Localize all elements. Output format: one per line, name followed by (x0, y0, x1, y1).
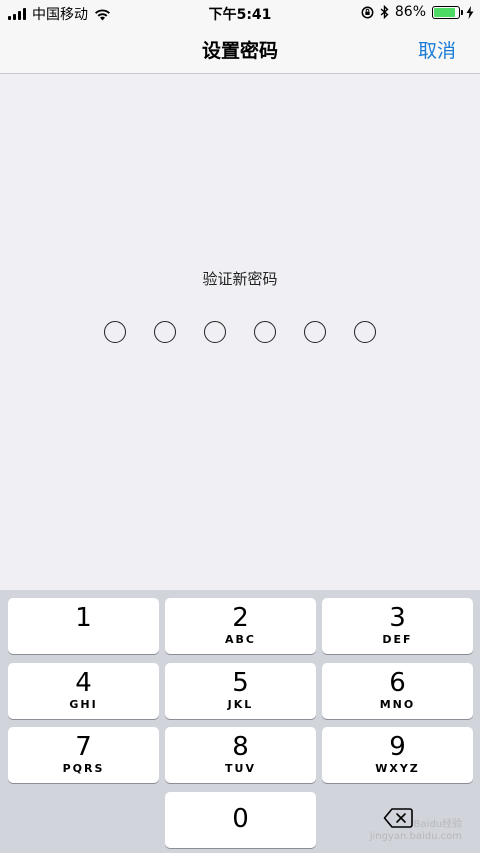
battery-level-fill (434, 7, 455, 17)
key-digit: 1 (75, 603, 92, 633)
bluetooth-icon (380, 5, 389, 19)
key-6[interactable]: 6 MNO (322, 663, 473, 719)
key-digit: 0 (232, 804, 249, 834)
passcode-dot (254, 321, 276, 343)
cancel-button[interactable]: 取消 (418, 36, 456, 63)
key-0[interactable]: 0 (165, 792, 316, 848)
status-right: 86% (361, 4, 474, 20)
key-letters: ABC (225, 633, 256, 646)
key-letters: PQRS (62, 762, 105, 775)
key-digit: 8 (232, 732, 249, 762)
key-2[interactable]: 2 ABC (165, 598, 316, 654)
passcode-prompt: 验证新密码 (202, 270, 278, 288)
key-letters: DEF (382, 633, 413, 646)
passcode-dot (204, 321, 226, 343)
passcode-dot (154, 321, 176, 343)
passcode-dot (304, 321, 326, 343)
navigation-bar: 设置密码 取消 (0, 26, 480, 74)
key-3[interactable]: 3 DEF (322, 598, 473, 654)
charging-icon (466, 5, 474, 19)
key-digit: 5 (232, 668, 249, 698)
passcode-dot (354, 321, 376, 343)
key-letters: TUV (225, 762, 256, 775)
numeric-keypad: Baidu经验 jingyan.baidu.com 1 2 ABC 3 DEF 4 GHI 5… (0, 590, 480, 853)
key-letters: JKL (227, 698, 254, 711)
key-digit: 9 (389, 732, 406, 762)
watermark-line1: Baidu经验 (413, 819, 462, 830)
status-bar: 中国移动 下午5:41 86% (0, 0, 480, 26)
passcode-dots (0, 321, 480, 343)
key-8[interactable]: 8 TUV (165, 727, 316, 783)
key-1[interactable]: 1 (8, 598, 159, 654)
watermark-line2: jingyan.baidu.com (369, 831, 462, 842)
battery-icon (432, 5, 463, 19)
key-5[interactable]: 5 JKL (165, 663, 316, 719)
key-letters: WXYZ (375, 762, 420, 775)
key-letters: MNO (379, 698, 416, 711)
key-7[interactable]: 7 PQRS (8, 727, 159, 783)
key-digit: 7 (75, 732, 92, 762)
key-4[interactable]: 4 GHI (8, 663, 159, 719)
key-digit: 3 (389, 603, 406, 633)
watermark: Baidu经验 jingyan.baidu.com (370, 819, 462, 843)
battery-percent: 86% (394, 4, 426, 20)
key-digit: 6 (389, 668, 406, 698)
key-digit: 4 (75, 668, 92, 698)
orientation-lock-icon (361, 6, 374, 18)
key-9[interactable]: 9 WXYZ (322, 727, 473, 783)
passcode-dot (104, 321, 126, 343)
key-letters: GHI (69, 698, 98, 711)
page-title: 设置密码 (201, 40, 278, 62)
key-digit: 2 (232, 603, 249, 633)
